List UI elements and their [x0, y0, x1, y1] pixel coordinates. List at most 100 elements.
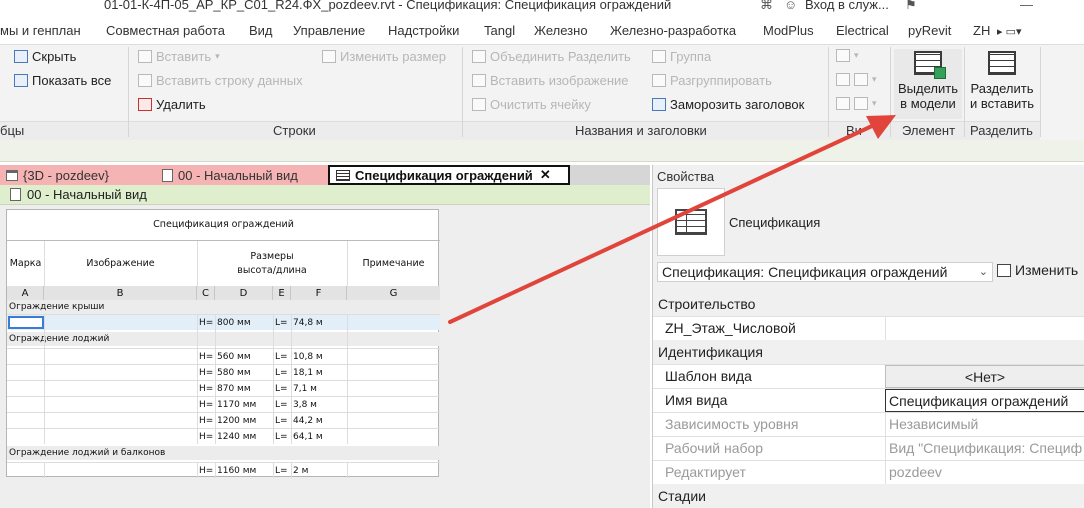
shading-button[interactable]: ▾	[836, 49, 859, 62]
minimize-icon[interactable]: —	[1020, 0, 1033, 12]
user-icon[interactable]: ☺	[784, 0, 797, 12]
column-letter-d[interactable]: D	[215, 286, 273, 300]
tab-zh[interactable]: ZH	[973, 23, 990, 38]
group-button[interactable]: Группа	[652, 49, 711, 64]
select-in-model-button[interactable]: Выделить в модели	[894, 49, 962, 119]
tab-electrical[interactable]: Electrical	[836, 23, 889, 38]
table-row[interactable]: H= 560 мм L= 10,8 м	[7, 348, 440, 364]
tab-pyrevit[interactable]: pyRevit	[908, 23, 951, 38]
tab-railing-schedule[interactable]: Спецификация ограждений ✕	[328, 165, 570, 185]
cell-height: 1240 мм	[217, 431, 257, 442]
app-icon-binoculars[interactable]: ⌘	[760, 0, 773, 13]
panel-title-bar	[0, 121, 1040, 141]
category-identity[interactable]: Идентификация	[653, 341, 1084, 365]
view-template-button[interactable]: <Нет>	[885, 365, 1084, 388]
column-letter-c[interactable]: C	[197, 286, 215, 300]
panel-divider	[964, 47, 965, 137]
show-all-columns-button[interactable]: Показать все	[14, 73, 111, 88]
tab-massing[interactable]: мы и генплан	[0, 23, 81, 38]
align-vertical-button[interactable]: ▾	[836, 97, 877, 110]
hide-column-button[interactable]: Скрыть	[14, 49, 76, 64]
merge-unmerge-button[interactable]: Объединить Разделить	[472, 49, 631, 64]
clear-cell-button[interactable]: Очистить ячейку	[472, 97, 591, 112]
table-row[interactable]: H= 1160 мм L= 2 м	[7, 462, 440, 478]
table-row[interactable]: H= 580 мм L= 18,1 м	[7, 364, 440, 380]
panel-divider	[462, 47, 463, 137]
close-icon[interactable]: ✕	[540, 167, 551, 183]
tab-view[interactable]: Вид	[249, 23, 273, 38]
drawing-canvas[interactable]: Спецификация ограждений Марка Изображени…	[0, 205, 650, 508]
table-row[interactable]: H= 1200 мм L= 44,2 м	[7, 412, 440, 428]
resize-icon	[322, 50, 336, 63]
cell-height: 580 мм	[217, 367, 251, 378]
insert-row-button[interactable]: Вставить ▾	[138, 49, 220, 64]
group-header-row[interactable]: Ограждение лоджий	[7, 332, 440, 346]
property-row-view-name[interactable]: Имя вида Спецификация ограждений	[653, 388, 1084, 412]
rows-panel-title: Строки	[273, 123, 316, 138]
tab-manage[interactable]: Управление	[293, 23, 365, 38]
tab-3d-view[interactable]: {3D - pozdeev}	[0, 165, 156, 185]
tab-modplus[interactable]: ModPlus	[763, 23, 814, 38]
headers-panel-title: Названия и заголовки	[575, 123, 707, 138]
edit-type-icon	[997, 263, 1011, 277]
divider	[347, 462, 348, 478]
tab-zhelezno-dev[interactable]: Железно-разработка	[610, 23, 736, 38]
appearance-panel-title: Ви	[846, 123, 862, 138]
insert-data-row-button[interactable]: Вставить строку данных	[138, 73, 303, 88]
divider	[197, 314, 198, 444]
chevron-down-icon: ▾	[215, 51, 220, 61]
column-letter-g[interactable]: G	[347, 286, 440, 300]
tab-start-view[interactable]: 00 - Начальный вид	[156, 165, 328, 185]
cell-length: 74,8 м	[293, 317, 323, 328]
properties-palette: Свойства Спецификация Спецификация: Спец…	[652, 165, 1084, 508]
shading-icon	[836, 49, 850, 62]
edit-type-button[interactable]: Изменить	[997, 262, 1078, 278]
divider	[291, 462, 292, 478]
options-bar	[0, 140, 1084, 162]
railing-schedule-table[interactable]: Спецификация ограждений Марка Изображени…	[6, 209, 440, 478]
group-header-row[interactable]: Ограждение крыши	[7, 300, 440, 314]
ribbon-panel-area: Скрыть Показать все бцы Вставить ▾ Встав…	[0, 44, 1084, 141]
insert-image-button[interactable]: Вставить изображение	[472, 73, 629, 88]
cart-icon[interactable]: ⚑	[905, 0, 917, 13]
cell-height: 1160 мм	[217, 465, 257, 476]
tab-addins[interactable]: Надстройки	[388, 23, 459, 38]
column-letter-e[interactable]: E	[273, 286, 291, 300]
tab-zhelezno[interactable]: Железно	[534, 23, 588, 38]
selected-cell[interactable]	[8, 316, 44, 329]
column-letter-f[interactable]: F	[291, 286, 347, 300]
resize-row-button[interactable]: Изменить размер	[322, 49, 446, 64]
table-row[interactable]: H= 870 мм L= 7,1 м	[7, 380, 440, 396]
cell-length: 7,1 м	[293, 383, 317, 394]
chevron-down-icon: ▾	[872, 74, 877, 84]
document-icon	[162, 168, 173, 182]
table-row[interactable]: H= 1170 мм L= 3,8 м	[7, 396, 440, 412]
sign-in-button[interactable]: Вход в служ...	[805, 0, 889, 12]
divider	[197, 462, 198, 478]
property-row-zh-floor[interactable]: ZH_Этаж_Числовой	[653, 316, 1084, 340]
align-horizontal-button[interactable]: ▾	[836, 73, 877, 86]
type-selector[interactable]: Спецификация: Спецификация ограждений ⌄	[657, 262, 993, 282]
tab-overflow-icon[interactable]: ▸ ▭▾	[997, 25, 1022, 38]
divider	[291, 314, 292, 444]
delete-row-button[interactable]: Удалить	[138, 97, 206, 112]
tab-start-view-secondary[interactable]: 00 - Начальный вид	[0, 185, 650, 205]
category-construction[interactable]: Строительство	[653, 293, 1084, 317]
split-and-insert-button[interactable]: Разделить и вставить	[966, 49, 1038, 119]
cell-h: H=	[199, 431, 214, 442]
column-letter-b[interactable]: B	[44, 286, 197, 300]
view-name-field[interactable]: Спецификация ограждений	[885, 389, 1084, 412]
property-row-view-template[interactable]: Шаблон вида <Нет>	[653, 364, 1084, 388]
tab-collaborate[interactable]: Совместная работа	[106, 23, 225, 38]
table-row[interactable]: H= 1240 мм L= 64,1 м	[7, 428, 440, 444]
column-letter-a[interactable]: A	[7, 286, 44, 300]
clear-cell-icon	[472, 98, 486, 111]
tab-tangl[interactable]: Tangl	[484, 23, 515, 38]
table-row[interactable]: H= 800 мм L= 74,8 м	[7, 314, 440, 330]
cell-length: 10,8 м	[293, 351, 323, 362]
group-header-row[interactable]: Ограждение лоджий и балконов	[7, 446, 440, 460]
ungroup-button[interactable]: Разгруппировать	[652, 73, 772, 88]
freeze-header-button[interactable]: Заморозить заголовок	[652, 97, 804, 112]
panel-divider	[1040, 47, 1041, 137]
category-phases[interactable]: Стадии	[653, 485, 1084, 508]
